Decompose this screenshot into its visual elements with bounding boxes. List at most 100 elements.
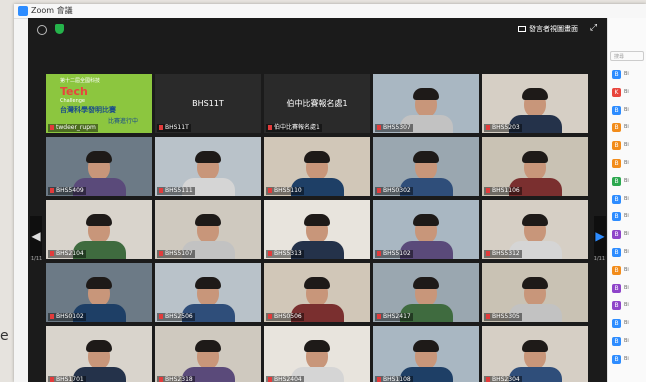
sidebar-participant-item[interactable]: B Bi <box>612 105 642 116</box>
participant-name-label: BHS5111 <box>157 187 195 195</box>
participant-tile[interactable]: BHS5111 <box>155 137 261 196</box>
participant-tile[interactable]: BHS5313 <box>264 200 370 259</box>
participant-video-face <box>195 339 222 369</box>
participant-tile[interactable]: 第十二屆全國科技 Tech Challenge 台灣科學發明比賽 比賽進行中 twdeer… <box>46 74 152 133</box>
sidebar-participant-item[interactable]: B Bi <box>612 70 642 80</box>
sidebar-participant-item[interactable]: K Bi <box>612 87 642 98</box>
meeting-top-bar: 發言者視圖畫面 ⤢ <box>28 18 608 40</box>
sidebar-participant-item[interactable]: B Bi <box>612 248 642 258</box>
participant-tile[interactable]: BHS0302 <box>373 137 479 196</box>
participant-video-face <box>413 87 440 117</box>
participant-avatar: B <box>612 230 621 240</box>
sidebar-participant-item[interactable]: B Bi <box>612 212 642 222</box>
sidebar-participant-item[interactable]: B Bi <box>612 265 642 276</box>
sidebar-participant-label: Bi <box>624 71 629 77</box>
participant-avatar: B <box>612 319 621 329</box>
participant-tile[interactable]: BHS5305 <box>482 263 588 322</box>
participant-tile[interactable]: BHS1701 <box>46 326 152 382</box>
participant-tile[interactable]: 伯中比賽報名處1 伯中比賽報名處1 <box>264 74 370 133</box>
sidebar-participant-item[interactable]: B Bi <box>612 301 642 311</box>
participant-avatar: B <box>612 354 621 364</box>
speaker-view-button[interactable]: 發言者視圖畫面 <box>518 24 578 35</box>
participant-avatar: B <box>612 105 621 115</box>
participant-tile[interactable]: BHS1108 <box>373 326 479 382</box>
participant-name-label: 伯中比賽報名處1 <box>266 124 322 132</box>
participant-tile[interactable]: BHS2506 <box>155 263 261 322</box>
participant-tile[interactable]: BHS5312 <box>482 200 588 259</box>
participant-tile[interactable]: BHS2304 <box>482 326 588 382</box>
video-gallery: 發言者視圖畫面 ⤢ ◀ 1/11 ▶ 1/11 第十二屆全國科技 Tech Chal… <box>28 18 608 382</box>
participant-tile[interactable]: BHS2417 <box>373 263 479 322</box>
sidebar-participant-item[interactable]: B Bi <box>612 283 642 294</box>
participant-tile[interactable]: BHS5203 <box>482 74 588 133</box>
participant-avatar: B <box>612 265 621 275</box>
participant-video-face <box>195 213 222 243</box>
participant-avatar: K <box>612 87 621 97</box>
participant-video-face <box>413 276 440 306</box>
sidebar-participant-item[interactable]: B Bi <box>612 230 642 240</box>
participant-avatar: B <box>612 141 621 151</box>
sidebar-participant-label: Bi <box>624 106 629 113</box>
participant-video-face <box>413 213 440 243</box>
participant-avatar: B <box>612 123 621 133</box>
participant-tile[interactable]: BHS0506 <box>264 263 370 322</box>
participant-video-face <box>86 150 113 180</box>
previous-page-arrow[interactable]: ◀ <box>30 216 42 256</box>
participant-tile[interactable]: BHS2104 <box>46 200 152 259</box>
participant-video-face <box>522 87 549 117</box>
participant-video-face <box>304 150 331 180</box>
encryption-shield-icon[interactable] <box>55 24 64 34</box>
banner-text: Challenge <box>60 98 85 104</box>
sidebar-participant-item[interactable]: B Bi <box>612 141 642 151</box>
participant-tile[interactable]: BHS0102 <box>46 263 152 322</box>
sidebar-participant-label: Bi <box>624 284 629 291</box>
participant-search-input[interactable]: 搜尋 <box>610 51 644 61</box>
participant-tile[interactable]: BHS11T BHS11T <box>155 74 261 133</box>
participant-tile[interactable]: BHS2404 <box>264 326 370 382</box>
participant-tile[interactable]: BHS5102 <box>373 200 479 259</box>
participant-name-label: BHS5107 <box>157 250 195 258</box>
participant-video-face <box>522 276 549 306</box>
participant-avatar: B <box>612 194 621 204</box>
participant-video-face <box>413 339 440 369</box>
sidebar-participant-item[interactable]: B Bi <box>612 319 642 329</box>
participant-tile[interactable]: BHS1106 <box>482 137 588 196</box>
zoom-app-icon <box>18 6 28 16</box>
participant-name-label: BHS1701 <box>48 376 86 382</box>
sidebar-participant-item[interactable]: B Bi <box>612 354 642 365</box>
participant-video-face <box>195 276 222 306</box>
participant-tile[interactable]: BHS5110 <box>264 137 370 196</box>
participants-sidebar: 搜尋 B Bi K Bi B Bi B Bi B Bi B Bi B Bi B Bi B Bi B Bi B Bi B Bi B… <box>607 18 646 382</box>
sidebar-participant-label: Bi <box>624 338 629 344</box>
page-indicator-left: 1/11 <box>31 256 43 262</box>
participant-video-face <box>522 150 549 180</box>
participant-video-face <box>304 213 331 243</box>
sidebar-participant-item[interactable]: B Bi <box>612 194 642 205</box>
participant-video-face <box>304 339 331 369</box>
title-bar: Zoom 會議 <box>14 4 646 19</box>
participant-name-label: BHS2318 <box>157 376 195 382</box>
sidebar-participant-item[interactable]: B Bi <box>612 159 642 169</box>
participant-grid: 第十二屆全國科技 Tech Challenge 台灣科學發明比賽 比賽進行中 twdeer… <box>46 74 591 382</box>
sidebar-participant-label: Bi <box>624 124 629 131</box>
sidebar-participant-item[interactable]: B Bi <box>612 123 642 133</box>
participant-name-label: BHS1108 <box>375 376 413 382</box>
participant-name-label: BHS2417 <box>375 313 413 321</box>
fullscreen-icon[interactable]: ⤢ <box>589 24 598 33</box>
participant-tile[interactable]: BHS5107 <box>155 200 261 259</box>
sidebar-participant-item[interactable]: B Bi <box>612 337 642 347</box>
sidebar-participant-label: Bi <box>624 88 629 95</box>
sidebar-participant-label: Bi <box>624 213 629 220</box>
banner-text: 台灣科學發明比賽 <box>60 106 116 114</box>
participant-name-label: BHS2104 <box>48 250 86 258</box>
next-page-arrow[interactable]: ▶ <box>594 216 606 256</box>
participant-tile[interactable]: BHS5307 <box>373 74 479 133</box>
participant-video-face <box>413 150 440 180</box>
window-title: Zoom 會議 <box>31 6 73 15</box>
participant-video-face <box>522 213 549 243</box>
sidebar-participant-item[interactable]: B Bi <box>612 176 642 187</box>
participant-tile[interactable]: BHS5409 <box>46 137 152 196</box>
participant-tile[interactable]: BHS2318 <box>155 326 261 382</box>
info-icon[interactable] <box>37 25 47 35</box>
participant-name-label: BHS1106 <box>484 187 522 195</box>
